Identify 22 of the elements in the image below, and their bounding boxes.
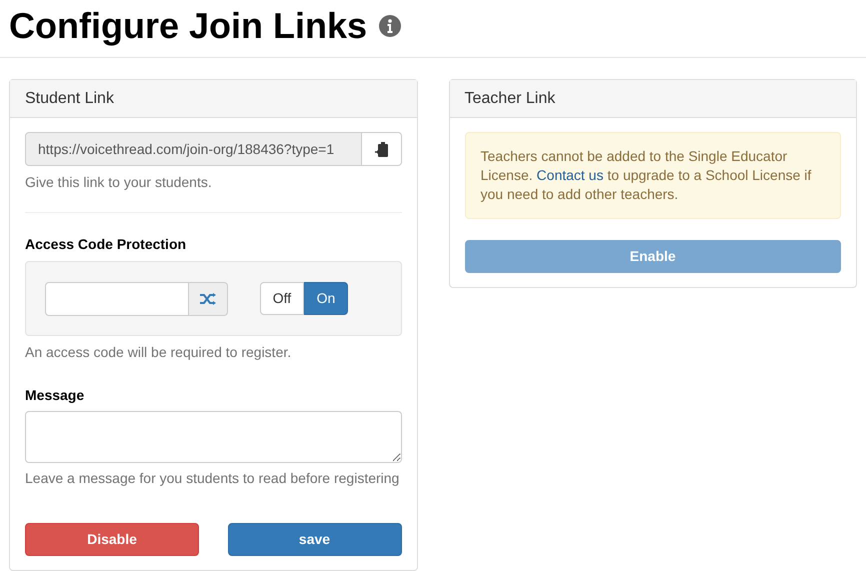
toggle-option[interactable]: Off (260, 282, 304, 315)
message-field[interactable] (25, 411, 402, 463)
contact-link[interactable]: Contact us (536, 167, 604, 183)
help-text: Give this link to your students. (25, 173, 213, 192)
panel-title: Teacher Link (464, 88, 556, 108)
url-field[interactable]: https://voicethread.com/join-org/188436?type=1 (25, 132, 362, 166)
toggle-option[interactable]: On (304, 282, 348, 315)
disable-button[interactable]: Disable (25, 523, 199, 556)
notice-text: Teachers cannot be added to the Single Educator License. Contact us to upgrade to a School License if you need to add other teachers. (480, 147, 812, 204)
help-text: An access code will be required to register. (25, 343, 292, 362)
info-icon[interactable] (379, 15, 402, 37)
clipboard-icon (374, 142, 388, 156)
shuffle-icon (200, 292, 216, 304)
page-title: Configure Join Links (9, 8, 368, 44)
panel-title: Student Link (25, 88, 114, 108)
field-label: Message (25, 386, 86, 405)
help-text: Leave a message for you students to read before registering (25, 469, 400, 488)
field-label: Access Code Protection (25, 235, 188, 254)
copy-button[interactable] (362, 132, 402, 166)
save-button[interactable]: save (228, 523, 402, 556)
access-code-field[interactable] (45, 282, 189, 316)
shuffle-button[interactable] (189, 282, 228, 316)
